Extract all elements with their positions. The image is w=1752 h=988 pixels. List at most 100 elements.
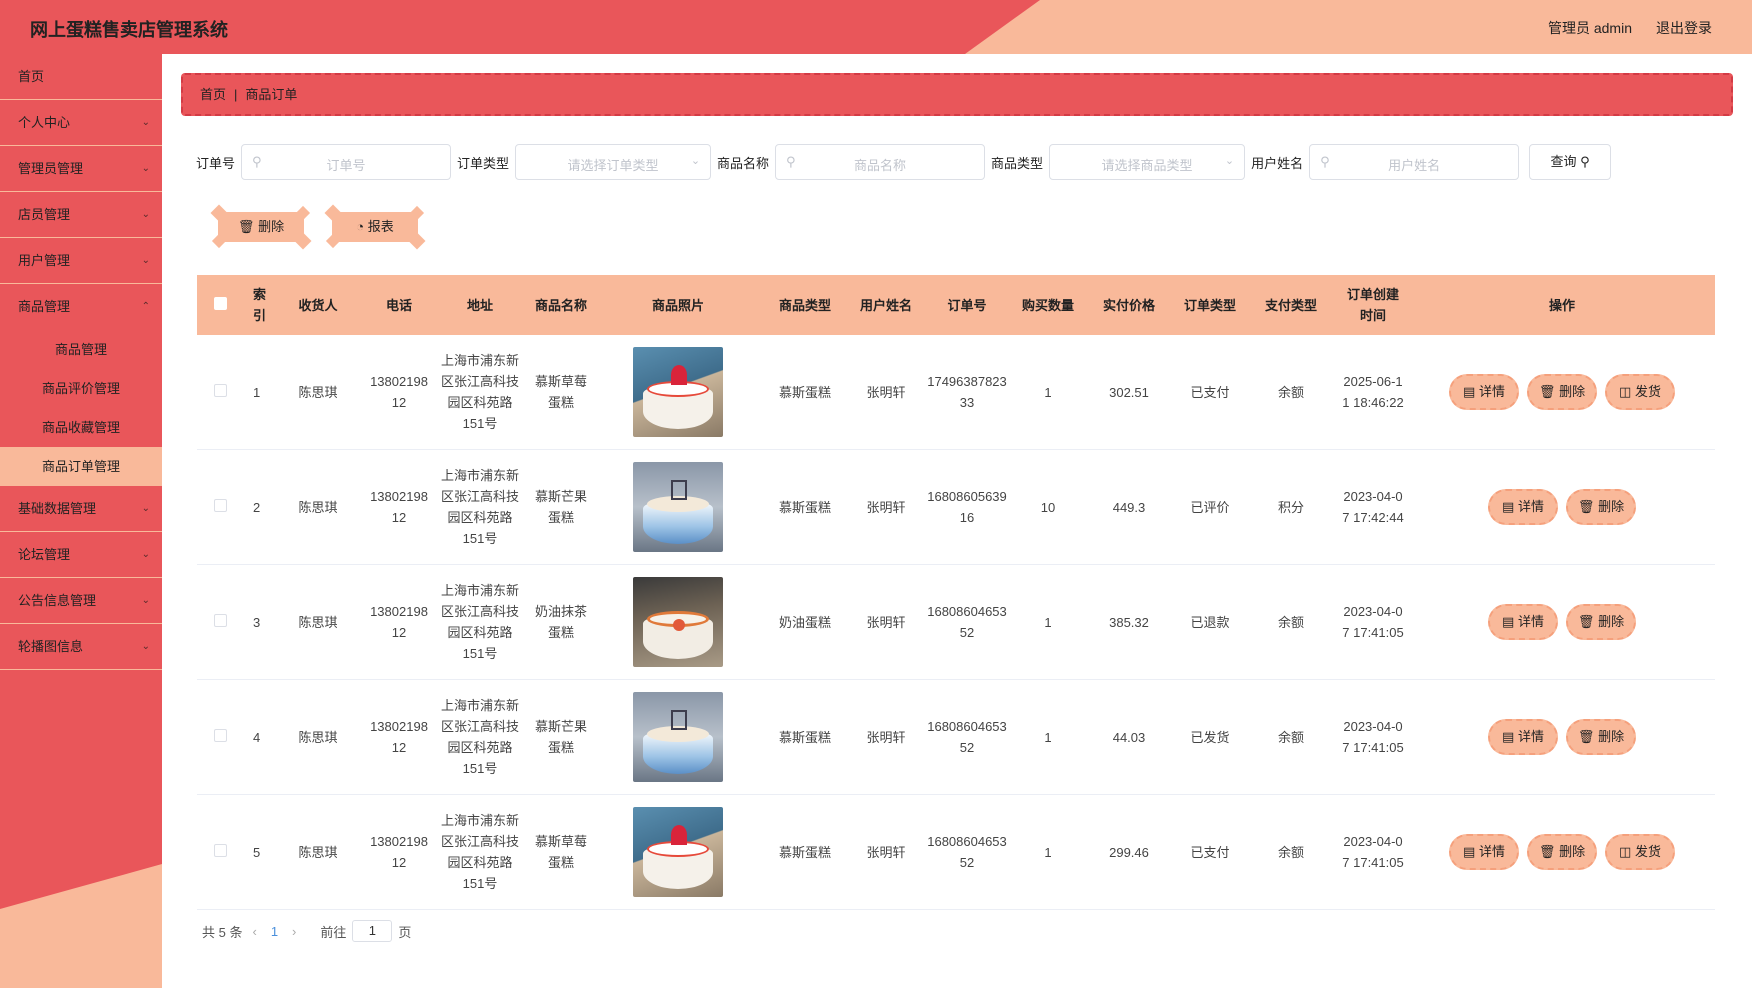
document-icon: ▤ — [1463, 384, 1476, 399]
row-checkbox[interactable] — [213, 728, 227, 742]
sidebar-item-label: 用户管理 — [18, 253, 71, 268]
sidebar-item-admin-management[interactable]: 管理员管理 ⌄ — [0, 146, 162, 192]
sidebar-item-user-management[interactable]: 用户管理 ⌄ — [0, 238, 162, 284]
cake-strawberry-photo[interactable] — [633, 347, 723, 437]
cell-created-time: 2023-04-07 17:42:44 — [1342, 489, 1404, 525]
cell-phone: 1380219812 — [370, 604, 428, 640]
row-checkbox[interactable] — [213, 843, 227, 857]
total-count: 共 5 条 — [202, 924, 243, 940]
search-icon: ⚲ — [1580, 154, 1590, 169]
breadcrumb-home[interactable]: 首页 — [200, 87, 226, 102]
cell-product-type: 慕斯蛋糕 — [778, 729, 831, 745]
sidebar-subitem-product-orders[interactable]: 商品订单管理 — [0, 447, 162, 486]
breadcrumb-separator: | — [234, 87, 238, 102]
sidebar-item-personal-center[interactable]: 个人中心 ⌄ — [0, 100, 162, 146]
page-number-current[interactable]: 1 — [271, 924, 278, 939]
row-checkbox[interactable] — [213, 383, 227, 397]
sidebar-item-label: 公告信息管理 — [18, 593, 97, 608]
batch-delete-label: 删除 — [258, 219, 285, 234]
row-checkbox[interactable] — [213, 498, 227, 512]
header-order-type: 订单类型 — [1183, 297, 1236, 313]
delete-button[interactable]: 🗑 删除 — [1566, 719, 1636, 755]
document-icon: ▤ — [1502, 499, 1515, 514]
orders-table: 索引 收货人 电话 地址 商品名称 商品照片 商品类型 用户姓名 订单号 购买数… — [197, 275, 1715, 910]
sidebar-item-label: 商品管理 — [18, 299, 71, 314]
ship-button[interactable]: ◫ 发货 — [1605, 834, 1675, 870]
report-label: 报表 — [367, 219, 394, 234]
order-no-label: 订单号 — [196, 155, 236, 171]
delete-button[interactable]: 🗑 删除 — [1527, 834, 1597, 870]
row-checkbox[interactable] — [213, 613, 227, 627]
sidebar-item-basic-data[interactable]: 基础数据管理 ⌄ — [0, 486, 162, 532]
cake-mango-photo[interactable] — [633, 462, 723, 552]
cell-receiver: 陈思琪 — [298, 729, 338, 745]
trash-icon: 🗑 — [237, 219, 255, 234]
delete-button[interactable]: 🗑 删除 — [1566, 489, 1636, 525]
cell-pay-type: 余额 — [1277, 384, 1304, 400]
header-created-time: 订单创建时间 — [1346, 287, 1399, 323]
sidebar-item-label: 个人中心 — [18, 115, 71, 130]
delete-button[interactable]: 🗑 删除 — [1527, 374, 1597, 410]
logout-link[interactable]: 退出登录 — [1656, 18, 1712, 38]
cell-user-name: 张明轩 — [866, 499, 906, 515]
row-operations: ▤ 详情 🗑 删除 ◫ 发货 — [1409, 834, 1715, 870]
header-price: 实付价格 — [1102, 297, 1155, 313]
cell-order-type: 已评价 — [1190, 499, 1230, 515]
sidebar-item-staff-management[interactable]: 店员管理 ⌄ — [0, 192, 162, 238]
table-row: 5 陈思琪 1380219812 上海市浦东新区张江高科技园区科苑路151号 慕… — [197, 795, 1715, 910]
user-name-input[interactable]: ⚲ 用户姓名 — [1309, 144, 1520, 180]
cell-index: 2 — [253, 499, 261, 515]
chevron-up-icon: ⌃ — [141, 301, 150, 312]
sidebar-item-announcements[interactable]: 公告信息管理 ⌄ — [0, 578, 162, 624]
product-name-input[interactable]: ⚲ 商品名称 — [775, 144, 986, 180]
chevron-down-icon: ⌄ — [141, 595, 150, 606]
cell-user-name: 张明轩 — [866, 384, 906, 400]
detail-button[interactable]: ▤ 详情 — [1488, 719, 1558, 755]
detail-button[interactable]: ▤ 详情 — [1449, 834, 1519, 870]
cell-index: 5 — [253, 844, 261, 860]
order-type-select[interactable]: 请选择订单类型 ⌄ — [515, 144, 712, 180]
cell-created-time: 2023-04-07 17:41:05 — [1342, 604, 1404, 640]
cell-pay-type: 余额 — [1277, 844, 1304, 860]
query-button[interactable]: 查询 ⚲ — [1529, 144, 1612, 180]
header-receiver: 收货人 — [298, 297, 338, 313]
next-page-icon[interactable]: › — [292, 924, 296, 939]
sidebar-subitem-products[interactable]: 商品管理 — [0, 330, 162, 369]
chevron-down-icon: ⌄ — [1224, 155, 1235, 167]
goto-page-input[interactable]: 1 — [352, 920, 393, 942]
prev-page-icon[interactable]: ‹ — [252, 924, 256, 939]
book-icon: ◫ — [1619, 384, 1632, 399]
sidebar-item-carousel[interactable]: 轮播图信息 ⌄ — [0, 624, 162, 670]
sidebar-item-label: 轮播图信息 — [18, 639, 84, 654]
product-type-label: 商品类型 — [991, 155, 1044, 171]
trash-icon: 🗑 — [1577, 614, 1595, 629]
report-button[interactable]: ◔ 报表 — [325, 205, 425, 249]
order-no-input[interactable]: ⚲ 订单号 — [241, 144, 452, 180]
sidebar-item-forum[interactable]: 论坛管理 ⌄ — [0, 532, 162, 578]
detail-button[interactable]: ▤ 详情 — [1488, 604, 1558, 640]
cell-price: 449.3 — [1112, 499, 1146, 515]
goto-suffix: 页 — [398, 924, 412, 940]
batch-delete-button[interactable]: 🗑 删除 — [211, 205, 311, 249]
sidebar-item-product-management[interactable]: 商品管理 ⌃ — [0, 284, 162, 330]
cell-receiver: 陈思琪 — [298, 614, 338, 630]
product-type-select[interactable]: 请选择商品类型 ⌄ — [1049, 144, 1246, 180]
detail-button[interactable]: ▤ 详情 — [1488, 489, 1558, 525]
header-order-no: 订单号 — [947, 297, 987, 313]
cell-address: 上海市浦东新区张江高科技园区科苑路151号 — [440, 583, 519, 661]
cell-receiver: 陈思琪 — [298, 384, 338, 400]
header-product-name: 商品名称 — [534, 297, 587, 313]
cake-strawberry-photo[interactable] — [633, 807, 723, 897]
cell-order-no: 1749638782333 — [927, 374, 1007, 410]
sidebar-item-home[interactable]: 首页 — [0, 54, 162, 100]
detail-button[interactable]: ▤ 详情 — [1449, 374, 1519, 410]
cell-phone: 1380219812 — [370, 834, 428, 870]
delete-button[interactable]: 🗑 删除 — [1566, 604, 1636, 640]
product-name-placeholder: 商品名称 — [854, 158, 907, 173]
sidebar-subitem-product-reviews[interactable]: 商品评价管理 — [0, 369, 162, 408]
cake-matcha-photo[interactable] — [633, 577, 723, 667]
sidebar-subitem-product-favorites[interactable]: 商品收藏管理 — [0, 408, 162, 447]
cake-mango-photo[interactable] — [633, 692, 723, 782]
select-all-checkbox[interactable] — [213, 296, 227, 310]
ship-button[interactable]: ◫ 发货 — [1605, 374, 1675, 410]
